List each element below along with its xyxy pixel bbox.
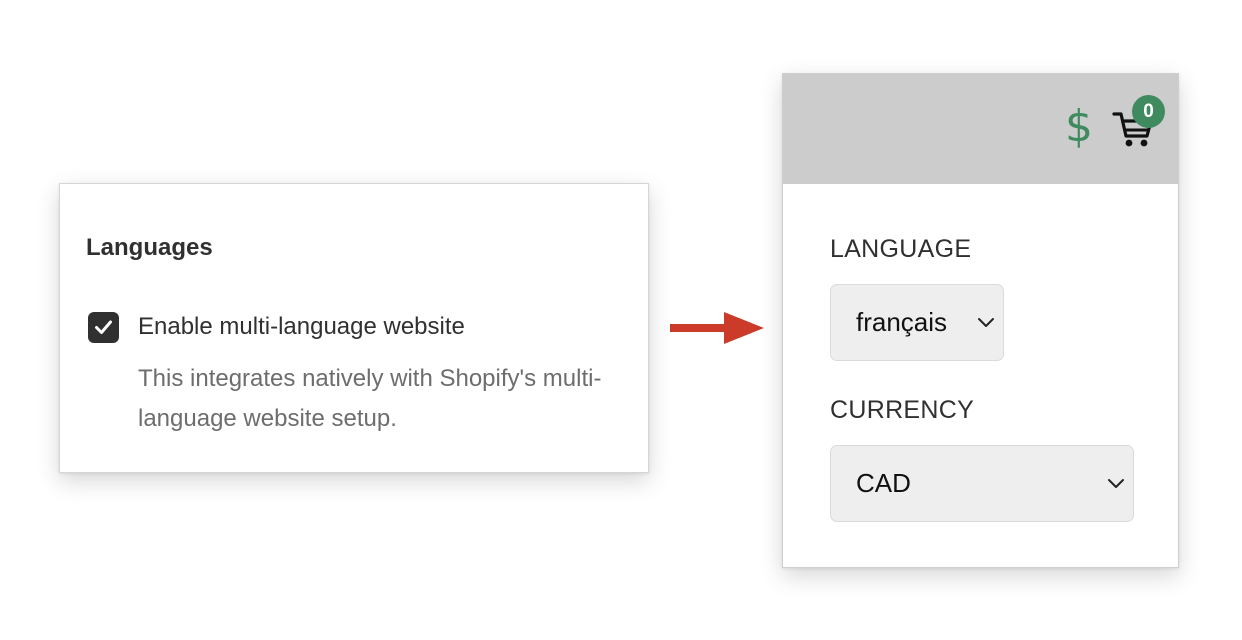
chevron-down-icon — [1108, 478, 1124, 488]
dollar-icon[interactable]: $ — [1065, 100, 1093, 154]
checkbox-label[interactable]: Enable multi-language website — [138, 312, 465, 342]
store-header: $ 0 — [783, 74, 1178, 184]
multi-language-checkbox[interactable] — [88, 312, 119, 343]
languages-settings-card: Languages Enable multi-language website … — [59, 183, 649, 473]
arrow-right-icon — [670, 312, 764, 344]
language-selected-value: français — [856, 307, 948, 337]
checkbox-help-text: This integrates natively with Shopify's … — [138, 365, 602, 432]
currency-select[interactable]: CAD — [830, 445, 1134, 522]
chevron-down-icon — [978, 317, 994, 327]
checkmark-icon — [95, 320, 112, 334]
section-title: Languages — [86, 234, 213, 261]
language-label: LANGUAGE — [830, 235, 972, 263]
cart-count-badge: 0 — [1132, 95, 1165, 128]
currency-selected-value: CAD — [856, 468, 911, 498]
storefront-widget: $ 0 LANGUAGE français CURRENCY CAD — [782, 73, 1179, 568]
language-select[interactable]: français — [830, 284, 1004, 361]
currency-label: CURRENCY — [830, 396, 975, 424]
